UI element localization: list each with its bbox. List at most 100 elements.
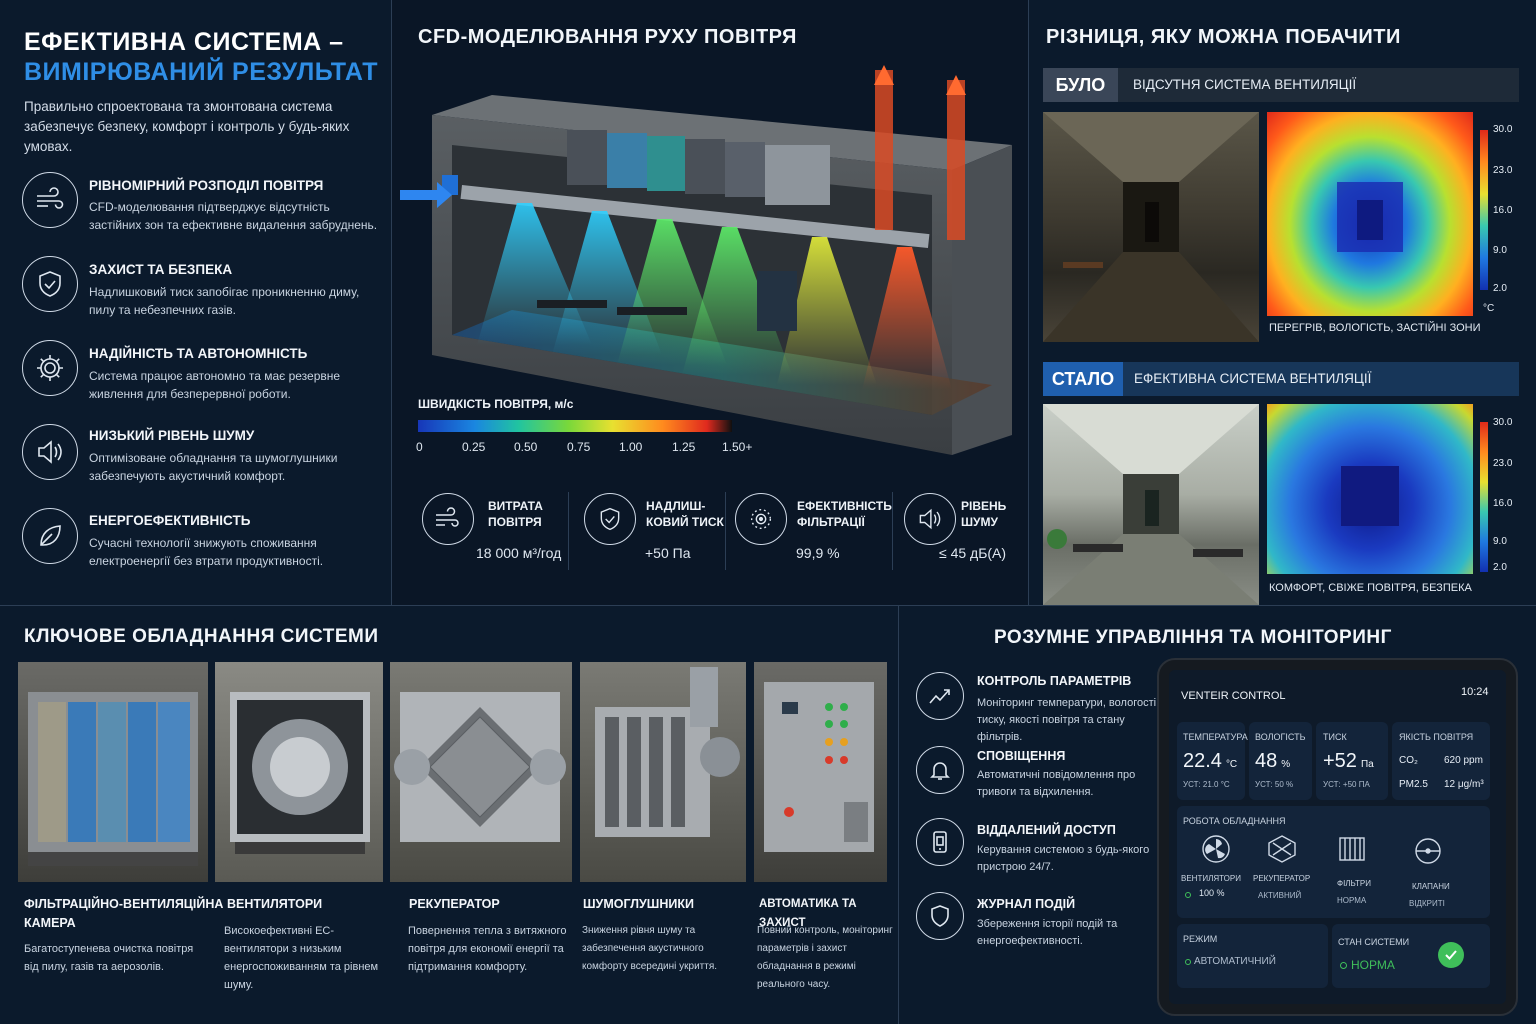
filter-icon (735, 493, 787, 545)
thermo-tick: 9.0 (1493, 245, 1507, 256)
equipment-text: Багатоступенева очистка повітря від пилу… (24, 943, 194, 973)
before-photo (1043, 112, 1259, 342)
cfd-illustration (400, 65, 1012, 455)
mode-card[interactable]: РЕЖИМ АВТОМАТИЧНИЙ (1177, 924, 1328, 988)
card-value: 22.4 °C (1183, 750, 1238, 772)
silencer-photo (580, 662, 746, 882)
equipment-status-dot (1185, 892, 1191, 898)
fan-icon (1201, 834, 1231, 864)
system-state-card: СТАН СИСТЕМИ НОРМА (1332, 924, 1490, 988)
speaker-icon (22, 424, 78, 480)
thermo-tick: 30.0 (1493, 417, 1513, 428)
equipment-title-item: ВЕНТИЛЯТОРИ (227, 897, 323, 911)
filter-icon (1337, 834, 1367, 864)
metric-value: 18 000 м³/год (476, 545, 562, 561)
card-setpoint: УСТ: +50 Па (1323, 780, 1370, 789)
equipment-status: ВІДКРИТІ (1409, 899, 1445, 908)
metric-divider (892, 492, 893, 570)
automation-photo (754, 662, 887, 882)
humidity-card[interactable]: ВОЛОГІСТЬ 48% УСТ: 50 % (1249, 722, 1312, 800)
after-tag-text: СТАЛО (1051, 368, 1115, 389)
control-item-title: СПОВІЩЕННЯ (977, 749, 1066, 763)
speaker-icon (904, 493, 956, 545)
before-caption: ПЕРЕГРІВ, ВОЛОГІСТЬ, ЗАСТІЙНІ ЗОНИ (1269, 322, 1481, 334)
tablet-screen: VENTEIR CONTROL 10:24 ТЕМПЕРАТУРА 22.4 °C… (1169, 670, 1506, 1004)
equipment-name: ФІЛЬТРИ (1337, 879, 1371, 888)
mode-label: РЕЖИМ (1183, 934, 1218, 944)
after-label: ЕФЕКТИВНА СИСТЕМА ВЕНТИЛЯЦІЇ (1134, 371, 1372, 386)
pressure-card[interactable]: ТИСК +52 Па УСТ: +50 Па (1316, 722, 1388, 800)
control-item-text: Автоматичні повідомлення про тривоги та … (977, 769, 1136, 798)
scale-tick: 1.25 (672, 440, 696, 454)
equipment-status: НОРМА (1337, 896, 1367, 905)
shield-icon (916, 892, 964, 940)
metric-label: ЕФЕКТИВНІСТЬ (797, 499, 892, 513)
bell-icon (916, 746, 964, 794)
card-label: ТЕМПЕРАТУРА (1183, 732, 1248, 742)
fan-photo (215, 662, 383, 882)
feature-title: ЗАХИСТ ТА БЕЗПЕКА (89, 262, 233, 277)
scale-tick: 1.00 (619, 440, 643, 454)
thermo-tick: 23.0 (1493, 165, 1513, 176)
intro-text: Правильно спроектована та змонтована сис… (24, 99, 350, 154)
chart-icon (916, 672, 964, 720)
equipment-status-label: РОБОТА ОБЛАДНАННЯ (1183, 816, 1286, 826)
metric-label: ПОВІТРЯ (488, 515, 542, 529)
air-quality-card[interactable]: ЯКІСТЬ ПОВІТРЯ CO₂ 620 ppm PM2.5 12 μg/m… (1392, 722, 1490, 800)
after-thermal-image (1267, 404, 1473, 574)
co2-value: 620 ppm (1444, 755, 1483, 766)
cfd-title: CFD-МОДЕЛЮВАННЯ РУХУ ПОВІТРЯ (418, 26, 797, 48)
feature-text: CFD-моделювання підтверджує відсутність … (89, 200, 378, 232)
pm-value: 12 μg/m³ (1444, 779, 1484, 790)
equipment-status: АКТИВНИЙ (1258, 891, 1302, 900)
thermo-unit: °C (1483, 303, 1495, 314)
control-panel: РОЗУМНЕ УПРАВЛІННЯ ТА МОНІТОРИНГ КОНТРОЛ… (899, 606, 1536, 1024)
metric-divider (725, 492, 726, 570)
equipment-title-item: РЕКУПЕРАТОР (409, 897, 500, 911)
feature-title: НАДІЙНІСТЬ ТА АВТОНОМНІСТЬ (89, 346, 308, 361)
metric-divider (568, 492, 569, 570)
thermo-tick: 9.0 (1493, 536, 1507, 547)
scale-tick: 0.75 (567, 440, 591, 454)
compare-title: РІЗНИЦЯ, ЯКУ МОЖНА ПОБАЧИТИ (1046, 26, 1401, 48)
feature-text: Система працює автономно та має резервне… (89, 369, 341, 401)
temperature-card[interactable]: ТЕМПЕРАТУРА 22.4 °C УСТ: 21.0 °C (1177, 722, 1248, 800)
thermo-tick: 2.0 (1493, 562, 1507, 573)
control-item-text: Керування системою з будь-якого пристрою… (977, 844, 1150, 873)
cfd-panel: CFD-МОДЕЛЮВАННЯ РУХУ ПОВІТРЯ ШВИДКІСТЬ П… (392, 0, 1028, 605)
metric-label: НАДЛИШ- (646, 499, 706, 513)
feature-text: Сучасні технології знижують споживання е… (89, 536, 324, 568)
metric-label: ШУМУ (961, 515, 998, 529)
scale-label: ШВИДКІСТЬ ПОВІТРЯ, м/с (418, 397, 574, 411)
intro-panel: ЕФЕКТИВНА СИСТЕМА – ВИМІРЮВАНИЙ РЕЗУЛЬТА… (0, 0, 390, 605)
equipment-title: КЛЮЧОВЕ ОБЛАДНАННЯ СИСТЕМИ (24, 626, 379, 647)
thermo-tick: 23.0 (1493, 458, 1513, 469)
control-item-text: Моніторинг температури, вологості, тиску… (977, 697, 1160, 743)
system-state-value: НОРМА (1351, 958, 1395, 972)
equipment-text: Повернення тепла з витяжного повітря для… (408, 925, 567, 973)
control-item-title: ЖУРНАЛ ПОДІЙ (977, 897, 1076, 911)
card-setpoint: УСТ: 50 % (1255, 780, 1294, 789)
metric-label: ВИТРАТА (488, 499, 543, 513)
before-tag-text: БУЛО (1055, 74, 1106, 95)
gear-icon (22, 340, 78, 396)
equipment-name: КЛАПАНИ (1412, 882, 1450, 891)
before-thermal-image (1267, 112, 1473, 316)
thermo-tick: 16.0 (1493, 498, 1513, 509)
phone-icon (916, 818, 964, 866)
filter-chamber-photo (18, 662, 208, 882)
compare-panel: РІЗНИЦЯ, ЯКУ МОЖНА ПОБАЧИТИ БУЛО ВІДСУТН… (1029, 0, 1536, 605)
scale-tick: 1.50+ (722, 440, 753, 454)
app-name: VENTEIR CONTROL (1181, 690, 1286, 702)
wind-icon (22, 172, 78, 228)
mode-status-dot (1185, 959, 1191, 965)
velocity-colorbar (418, 420, 732, 432)
system-status-dot (1340, 962, 1347, 969)
feature-title: НИЗЬКИЙ РІВЕНЬ ШУМУ (89, 428, 255, 443)
metric-value: ≤ 45 дБ(А) (939, 545, 1007, 561)
scale-tick: 0.25 (462, 440, 486, 454)
valve-icon (1413, 836, 1443, 866)
mode-value: АВТОМАТИЧНИЙ (1194, 956, 1276, 967)
pm-label: PM2.5 (1399, 779, 1428, 790)
before-label: ВІДСУТНЯ СИСТЕМА ВЕНТИЛЯЦІЇ (1133, 77, 1357, 92)
